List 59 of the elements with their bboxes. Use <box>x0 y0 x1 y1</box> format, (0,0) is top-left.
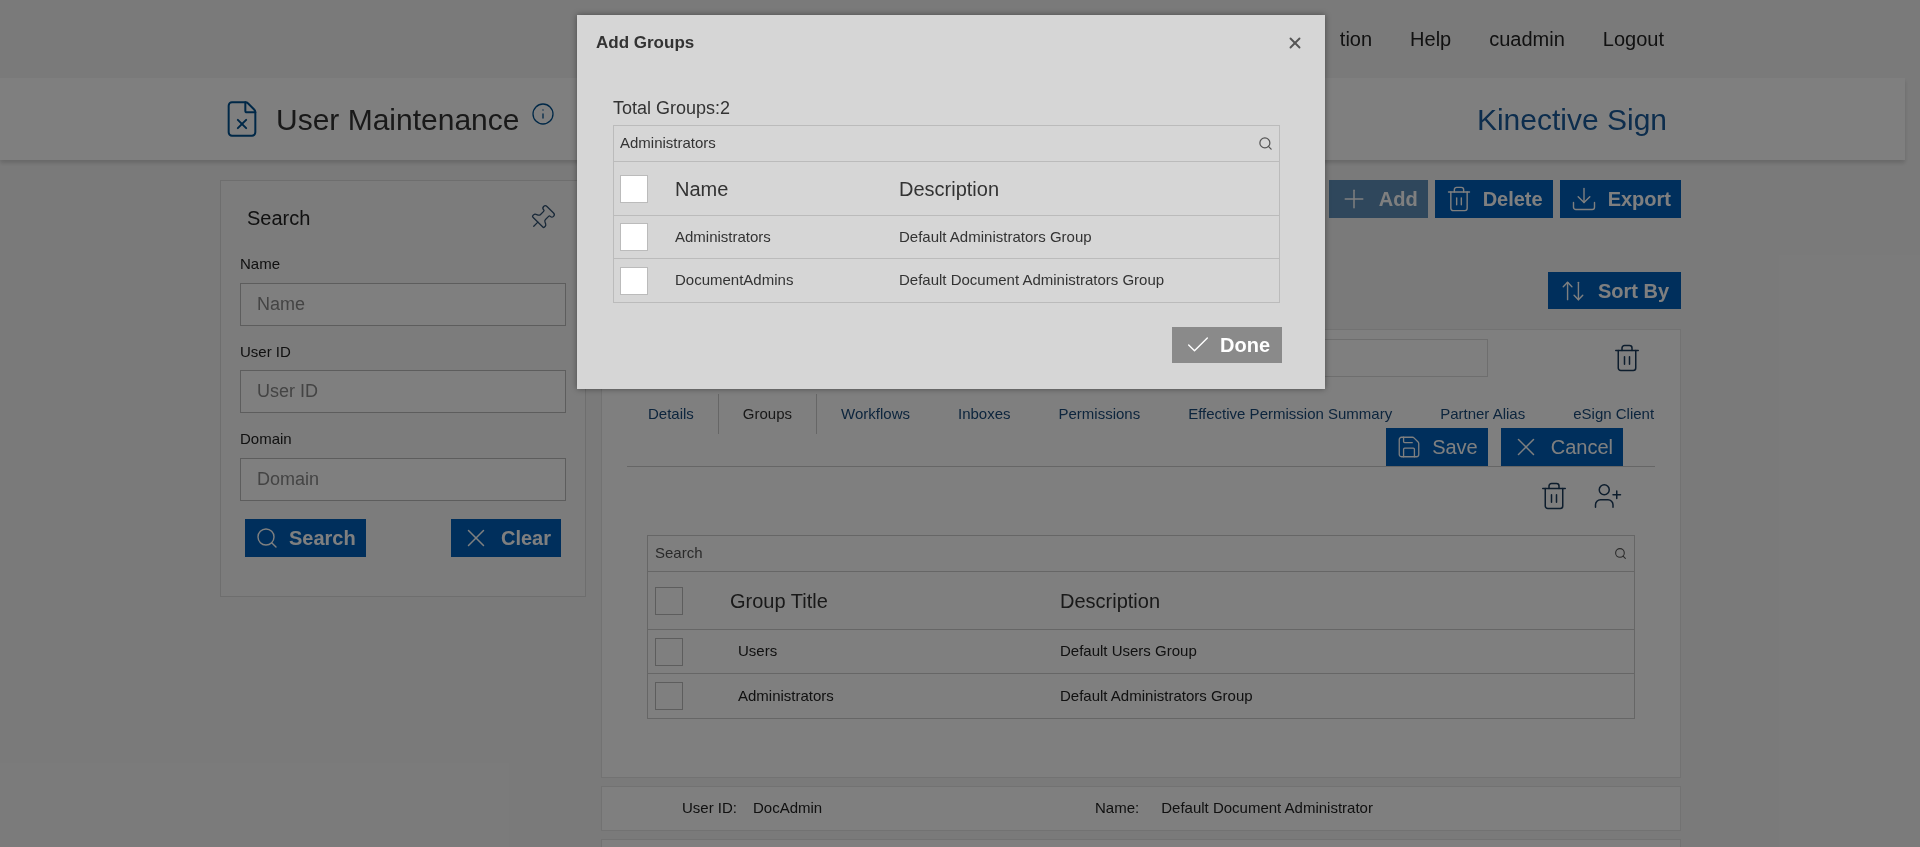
checkbox[interactable] <box>655 637 683 666</box>
cancel-button[interactable]: Cancel <box>1500 428 1623 466</box>
column-header: Group Title <box>730 588 829 614</box>
column-header: Name <box>675 176 730 202</box>
table-cell-text: Administrators <box>738 685 835 706</box>
tab[interactable]: Workflows <box>817 394 934 434</box>
tab[interactable]: Groups <box>717 394 818 434</box>
search-field[interactable]: Administrators <box>620 132 1258 155</box>
tab[interactable]: Details <box>624 394 718 434</box>
user-id: DocAdmin <box>753 798 824 819</box>
dialog-title: Add Groups <box>596 32 695 55</box>
save-button[interactable]: Save <box>1386 428 1488 466</box>
table-cell-text: Default Users Group <box>1060 641 1197 662</box>
delete-button[interactable]: Delete <box>1434 180 1553 218</box>
checkbox[interactable] <box>655 586 683 615</box>
field-label: Domain <box>240 429 293 449</box>
checkbox[interactable] <box>620 266 648 295</box>
tab[interactable]: Permissions <box>1034 394 1165 434</box>
search-icon <box>1614 547 1627 560</box>
table-cell-text: Default Document Administrators Group <box>899 270 1165 291</box>
tab[interactable]: Inboxes <box>933 394 1035 434</box>
brand-name: Kinective Sign <box>1476 101 1667 138</box>
nav-link[interactable]: tion <box>1339 24 1373 54</box>
search-icon <box>255 525 279 550</box>
column-header: Description <box>899 176 1000 202</box>
table-cell-text: Users <box>738 641 779 662</box>
table-cell-text: Default Administrators Group <box>1060 685 1253 706</box>
user-name: Default Document Administrator <box>1161 798 1373 819</box>
field-label: User ID: <box>682 798 737 819</box>
nav-link[interactable]: Help <box>1410 24 1452 54</box>
search-field[interactable]: Search <box>655 542 1614 565</box>
trash-icon[interactable] <box>1612 343 1642 373</box>
text-field[interactable]: Name <box>240 282 566 326</box>
checkbox[interactable] <box>620 223 648 251</box>
info-icon <box>531 102 556 126</box>
export-button[interactable]: Export <box>1559 180 1681 218</box>
column-header: Description <box>1060 588 1161 614</box>
trash-icon[interactable] <box>1539 481 1569 511</box>
nav-link[interactable]: cuadmin <box>1489 24 1565 54</box>
nav-link[interactable]: Logout <box>1602 24 1664 54</box>
clear-button[interactable]: Clear <box>450 518 561 557</box>
field-label: User ID <box>240 341 292 362</box>
add-user-icon[interactable] <box>1593 481 1623 511</box>
checkbox[interactable] <box>620 174 648 203</box>
user-row[interactable]: User ID: DocAdmin Name: Default Document Administrator <box>601 786 1681 831</box>
checkbox[interactable] <box>655 682 683 710</box>
field-label: Name: <box>1095 798 1140 819</box>
table-cell-text: Administrators <box>675 226 772 247</box>
text-field[interactable]: User ID <box>240 370 566 413</box>
sort-by-button[interactable]: Sort By <box>1547 272 1681 309</box>
search-icon <box>1258 136 1273 151</box>
field-label: Name <box>240 254 281 274</box>
search-button[interactable]: Search <box>245 518 366 557</box>
panel-title: Search <box>247 206 311 231</box>
text-field[interactable]: Domain <box>240 457 566 501</box>
page-title: User Maintenance <box>276 101 520 138</box>
table-cell-text: Default Administrators Group <box>899 226 1092 247</box>
total-groups: Total Groups:2 <box>613 95 1306 122</box>
table-cell-text: DocumentAdmins <box>675 270 795 291</box>
